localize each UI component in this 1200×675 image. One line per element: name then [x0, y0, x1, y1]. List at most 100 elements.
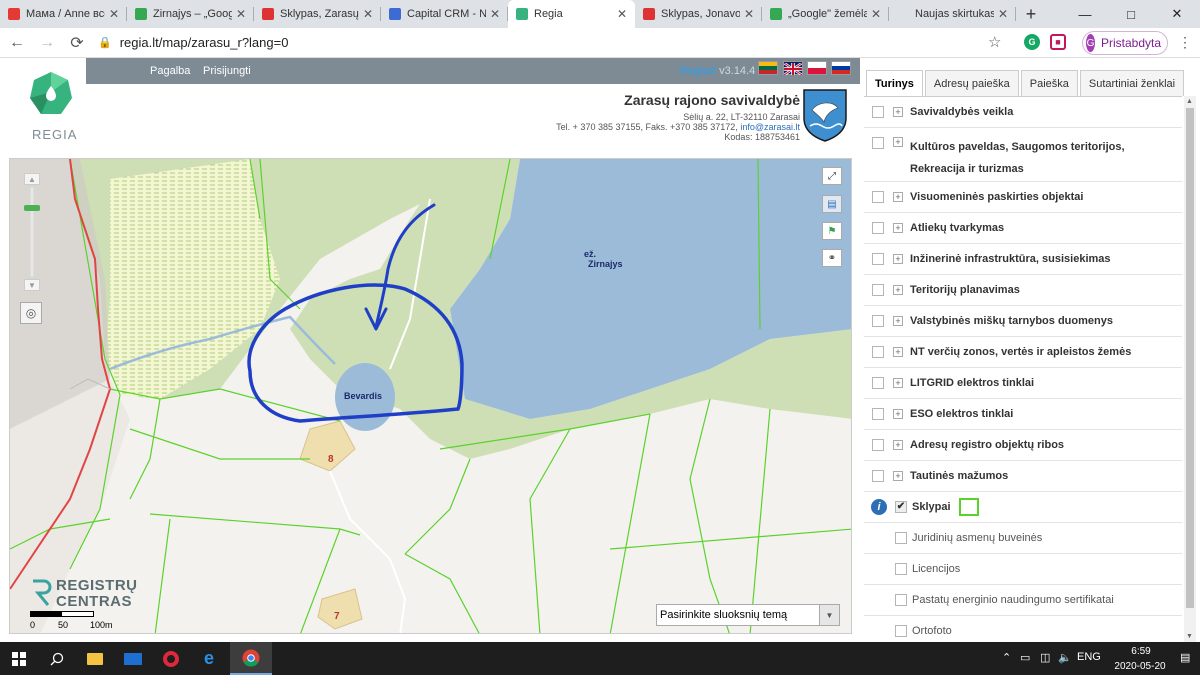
file-explorer-icon[interactable]	[76, 642, 114, 675]
scroll-up-icon[interactable]: ▲	[1186, 98, 1193, 105]
browser-tab[interactable]: „Google" žemėlap ✕	[762, 0, 889, 28]
map-canvas[interactable]	[10, 159, 852, 634]
tab-close-icon[interactable]: ✕	[363, 7, 373, 21]
layer-checkbox[interactable]	[872, 137, 884, 149]
flag-ru-icon[interactable]	[831, 61, 851, 75]
layer-checkbox[interactable]	[872, 408, 884, 420]
browser-tab[interactable]: Мама / Anne все ✕	[0, 0, 127, 28]
tab-turinys[interactable]: Turinys	[866, 70, 923, 96]
expand-plus-icon[interactable]: +	[893, 378, 903, 388]
clock-date[interactable]: 2020-05-20	[1108, 661, 1172, 672]
layer-row[interactable]: + Kultūros paveldas, Saugomos teritorijos…	[864, 128, 1182, 182]
layer-checkbox[interactable]	[872, 377, 884, 389]
layer-row[interactable]: + Visuomeninės paskirties objektai	[864, 182, 1182, 213]
tab-close-icon[interactable]: ✕	[109, 7, 119, 21]
expand-plus-icon[interactable]: +	[893, 316, 903, 326]
layer-row[interactable]: + Tautinės mažumos	[864, 461, 1182, 492]
sub-layer-row[interactable]: Pastatų energinio naudingumo sertifikata…	[864, 585, 1182, 616]
layer-row[interactable]: + Savivaldybės veikla	[864, 97, 1182, 128]
browser-tab[interactable]: Regia ✕	[508, 0, 635, 28]
expand-plus-icon[interactable]: +	[893, 347, 903, 357]
sub-layer-checkbox[interactable]	[895, 532, 907, 544]
layer-row[interactable]: + NT verčių zonos, vertės ir apleistos že…	[864, 337, 1182, 368]
zoom-out-button[interactable]: ▼	[24, 279, 40, 291]
clock-time[interactable]: 6:59	[1121, 646, 1161, 657]
browser-tab[interactable]: Sklypas, Jonavos r ✕	[635, 0, 762, 28]
browser-menu-icon[interactable]: ⋮	[1178, 34, 1192, 51]
expand-plus-icon[interactable]: +	[893, 254, 903, 264]
bookmark-star-icon[interactable]: ☆	[988, 33, 1001, 51]
scroll-down-icon[interactable]: ▼	[1186, 633, 1193, 640]
sub-layer-row[interactable]: Licencijos	[864, 554, 1182, 585]
layer-row[interactable]: + ESO elektros tinklai	[864, 399, 1182, 430]
layer-checkbox[interactable]	[872, 253, 884, 265]
url-field[interactable]: 🔒 regia.lt/map/zarasu_r?lang=0	[98, 31, 1018, 55]
forward-button[interactable]: →	[34, 30, 60, 56]
layer-row[interactable]: + Atliekų tvarkymas	[864, 213, 1182, 244]
fullscreen-button[interactable]: ⤢	[822, 167, 842, 185]
layer-row[interactable]: + Valstybinės miškų tarnybos duomenys	[864, 306, 1182, 337]
close-window-icon[interactable]: ✕	[1154, 0, 1200, 28]
help-link[interactable]: Pagalba	[150, 65, 190, 77]
search-icon[interactable]	[38, 642, 76, 675]
tray-chevron-icon[interactable]: ⌃	[1002, 651, 1011, 664]
map-view[interactable]: ež. Zirnajys Bevardis 8 7 ▲ ▼ ◎ ⤢ ▤ ⚑ ⚭ …	[9, 158, 852, 634]
expand-plus-icon[interactable]: +	[893, 285, 903, 295]
zoom-handle[interactable]	[24, 205, 40, 211]
measure-button[interactable]: ▤	[822, 195, 842, 213]
layer-row[interactable]: + Adresų registro objektų ribos	[864, 430, 1182, 461]
tab-close-icon[interactable]: ✕	[617, 7, 627, 21]
profile-button[interactable]: G Pristabdyta	[1082, 31, 1168, 55]
layer-row-sklypai[interactable]: i ✔ Sklypai	[864, 492, 1182, 523]
maximize-icon[interactable]: □	[1108, 0, 1154, 28]
layer-checkbox[interactable]	[872, 315, 884, 327]
expand-plus-icon[interactable]: +	[893, 409, 903, 419]
chrome-icon[interactable]	[230, 642, 272, 675]
layer-checkbox[interactable]	[872, 191, 884, 203]
battery-icon[interactable]: ▭	[1020, 651, 1030, 664]
layer-row[interactable]: + LITGRID elektros tinklai	[864, 368, 1182, 399]
sub-layer-row[interactable]: Juridinių asmenų buveinės	[864, 523, 1182, 554]
flag-en-icon[interactable]	[783, 61, 803, 77]
mail-icon[interactable]	[114, 642, 152, 675]
marker-button[interactable]: ⚑	[822, 222, 842, 240]
layer-checkbox[interactable]	[872, 439, 884, 451]
scroll-thumb[interactable]	[1186, 108, 1194, 608]
grammarly-extension-icon[interactable]: G	[1024, 34, 1040, 50]
expand-plus-icon[interactable]: +	[893, 440, 903, 450]
sklypai-checkbox[interactable]: ✔	[895, 501, 907, 513]
sub-layer-checkbox[interactable]	[895, 563, 907, 575]
minimize-icon[interactable]: —	[1062, 0, 1108, 28]
tab-address-search[interactable]: Adresų paieška	[924, 70, 1019, 96]
layer-theme-select[interactable]: Pasirinkite sluoksnių temą ▼	[656, 604, 840, 626]
layer-checkbox[interactable]	[872, 222, 884, 234]
edge-icon[interactable]: e	[190, 642, 228, 675]
volume-icon[interactable]: 🔈	[1058, 651, 1072, 664]
reload-button[interactable]: ⟳	[64, 30, 90, 56]
expand-plus-icon[interactable]: +	[893, 137, 903, 147]
new-tab-button[interactable]: +	[1016, 0, 1046, 28]
language-indicator[interactable]: ENG	[1077, 651, 1101, 663]
expand-plus-icon[interactable]: +	[893, 471, 903, 481]
network-icon[interactable]: ◫	[1040, 651, 1050, 664]
tab-close-icon[interactable]: ✕	[236, 7, 246, 21]
expand-plus-icon[interactable]: +	[893, 192, 903, 202]
browser-tab[interactable]: Sklypas, Zarasų r. ✕	[254, 0, 381, 28]
tab-search[interactable]: Paieška	[1020, 70, 1078, 96]
flag-lt-icon[interactable]	[758, 61, 778, 75]
layer-checkbox[interactable]	[872, 106, 884, 118]
layer-checkbox[interactable]	[872, 470, 884, 482]
start-button[interactable]	[0, 642, 38, 675]
locate-button[interactable]: ◎	[20, 302, 42, 324]
layer-checkbox[interactable]	[872, 284, 884, 296]
expand-plus-icon[interactable]: +	[893, 223, 903, 233]
tab-close-icon[interactable]: ✕	[871, 7, 881, 21]
chevron-down-icon[interactable]: ▼	[819, 605, 839, 625]
tab-legend[interactable]: Sutartiniai ženklai	[1079, 70, 1185, 96]
sub-layer-checkbox[interactable]	[895, 594, 907, 606]
layer-checkbox[interactable]	[872, 346, 884, 358]
zoom-rail[interactable]	[30, 187, 34, 277]
back-button[interactable]: ←	[4, 30, 30, 56]
tab-close-icon[interactable]: ✕	[490, 7, 500, 21]
link-button[interactable]: ⚭	[822, 249, 842, 267]
